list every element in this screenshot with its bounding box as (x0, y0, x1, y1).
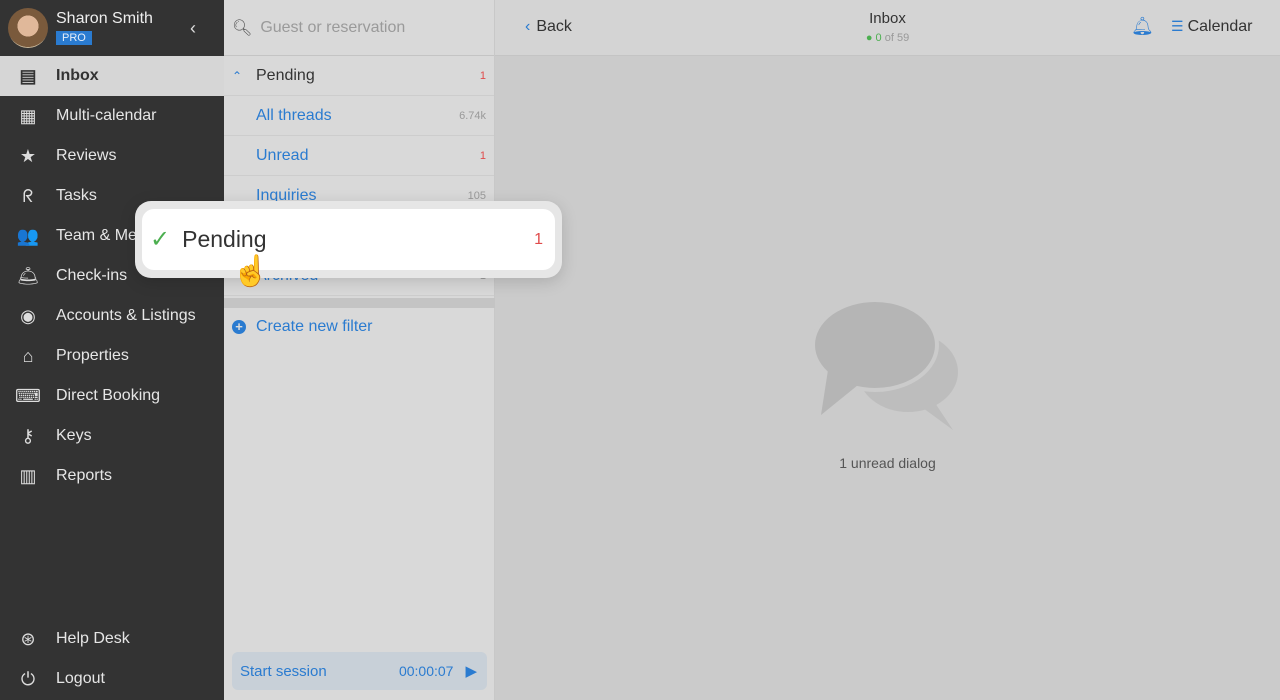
start-session-button[interactable]: Start session 00:00:07 ▶ (232, 652, 487, 690)
sidebar-item-logout[interactable]: ⏻ Logout (0, 659, 224, 699)
sidebar: Sharon Smith PRO ‹ ▤ Inbox ▦ Multi-calendar… (0, 0, 224, 700)
sidebar-item-accounts-listings[interactable]: ◉ Accounts & Listings (0, 296, 224, 336)
chart-icon: ▥ (19, 465, 37, 486)
home-icon: ⌂ (22, 345, 34, 366)
collapse-sidebar-icon[interactable]: ‹ (190, 18, 196, 39)
filter-all-threads[interactable]: All threads 6.74k (224, 96, 494, 136)
sidebar-item-keys[interactable]: ⚷ Keys (0, 416, 224, 456)
filter-unread[interactable]: Unread 1 (224, 136, 494, 176)
filter-group-pending[interactable]: ⌃ Pending 1 (224, 56, 494, 96)
inbox-icon: ▤ (19, 65, 37, 86)
bell-desk-icon: 🛎 (16, 265, 40, 286)
calendar-icon: ▦ (19, 105, 37, 126)
person-icon: ● (865, 32, 873, 44)
notification-bell-icon[interactable]: 🔔︎ (1131, 16, 1154, 37)
sidebar-item-inbox[interactable]: ▤ Inbox (0, 56, 224, 96)
key-icon: ⚷ (21, 425, 35, 446)
vacuum-icon: ᖇ (22, 185, 34, 206)
filter-panel: 🔍︎ Guest or reservation ⌃ Pending 1 All … (224, 0, 495, 700)
star-icon: ★ (19, 145, 37, 166)
sidebar-item-properties[interactable]: ⌂ Properties (0, 336, 224, 376)
hand-cursor-icon: ☝ (232, 255, 270, 288)
sidebar-item-multi-calendar[interactable]: ▦ Multi-calendar (0, 96, 224, 136)
pro-badge: PRO (56, 31, 92, 45)
sidebar-item-reports[interactable]: ▥ Reports (0, 456, 224, 496)
page-title: Inbox (869, 10, 906, 27)
pending-filter-highlight[interactable]: ✓ Pending 1 (135, 201, 562, 278)
session-timer: 00:00:07 (398, 663, 454, 679)
sidebar-item-reviews[interactable]: ★ Reviews (0, 136, 224, 176)
team-icon: 👥 (16, 225, 40, 246)
user-profile[interactable]: Sharon Smith PRO ‹ (0, 0, 224, 56)
checkmark-icon: ✓ (150, 226, 171, 253)
online-count: ● 0 of 59 (865, 32, 910, 44)
account-icon: ◉ (20, 305, 36, 326)
chat-bubbles-icon (810, 298, 958, 430)
chevron-up-icon: ⌃ (232, 68, 243, 83)
play-icon: ▶ (465, 663, 477, 680)
power-icon: ⏻ (20, 668, 36, 689)
sidebar-item-direct-booking[interactable]: ⌨ Direct Booking (0, 376, 224, 416)
lifebuoy-icon: ⊛ (20, 628, 36, 649)
plus-circle-icon: + (232, 320, 246, 334)
search-icon: 🔍︎ (232, 19, 253, 37)
empty-message: 1 unread dialog (839, 455, 936, 471)
user-name: Sharon Smith (56, 10, 153, 27)
calendar-search-icon: ☰ (1171, 18, 1184, 34)
search-input[interactable]: 🔍︎ Guest or reservation (224, 0, 494, 56)
avatar (8, 8, 48, 48)
code-window-icon: ⌨ (15, 385, 41, 406)
empty-state: 1 unread dialog (495, 298, 1280, 471)
calendar-button[interactable]: ☰ Calendar (1171, 18, 1253, 36)
header: ‹ Back Inbox ● 0 of 59 🔔︎ ☰ Calendar (495, 0, 1280, 56)
create-filter-button[interactable]: + Create new filter (232, 318, 373, 336)
sidebar-item-help-desk[interactable]: ⊛ Help Desk (0, 619, 224, 659)
